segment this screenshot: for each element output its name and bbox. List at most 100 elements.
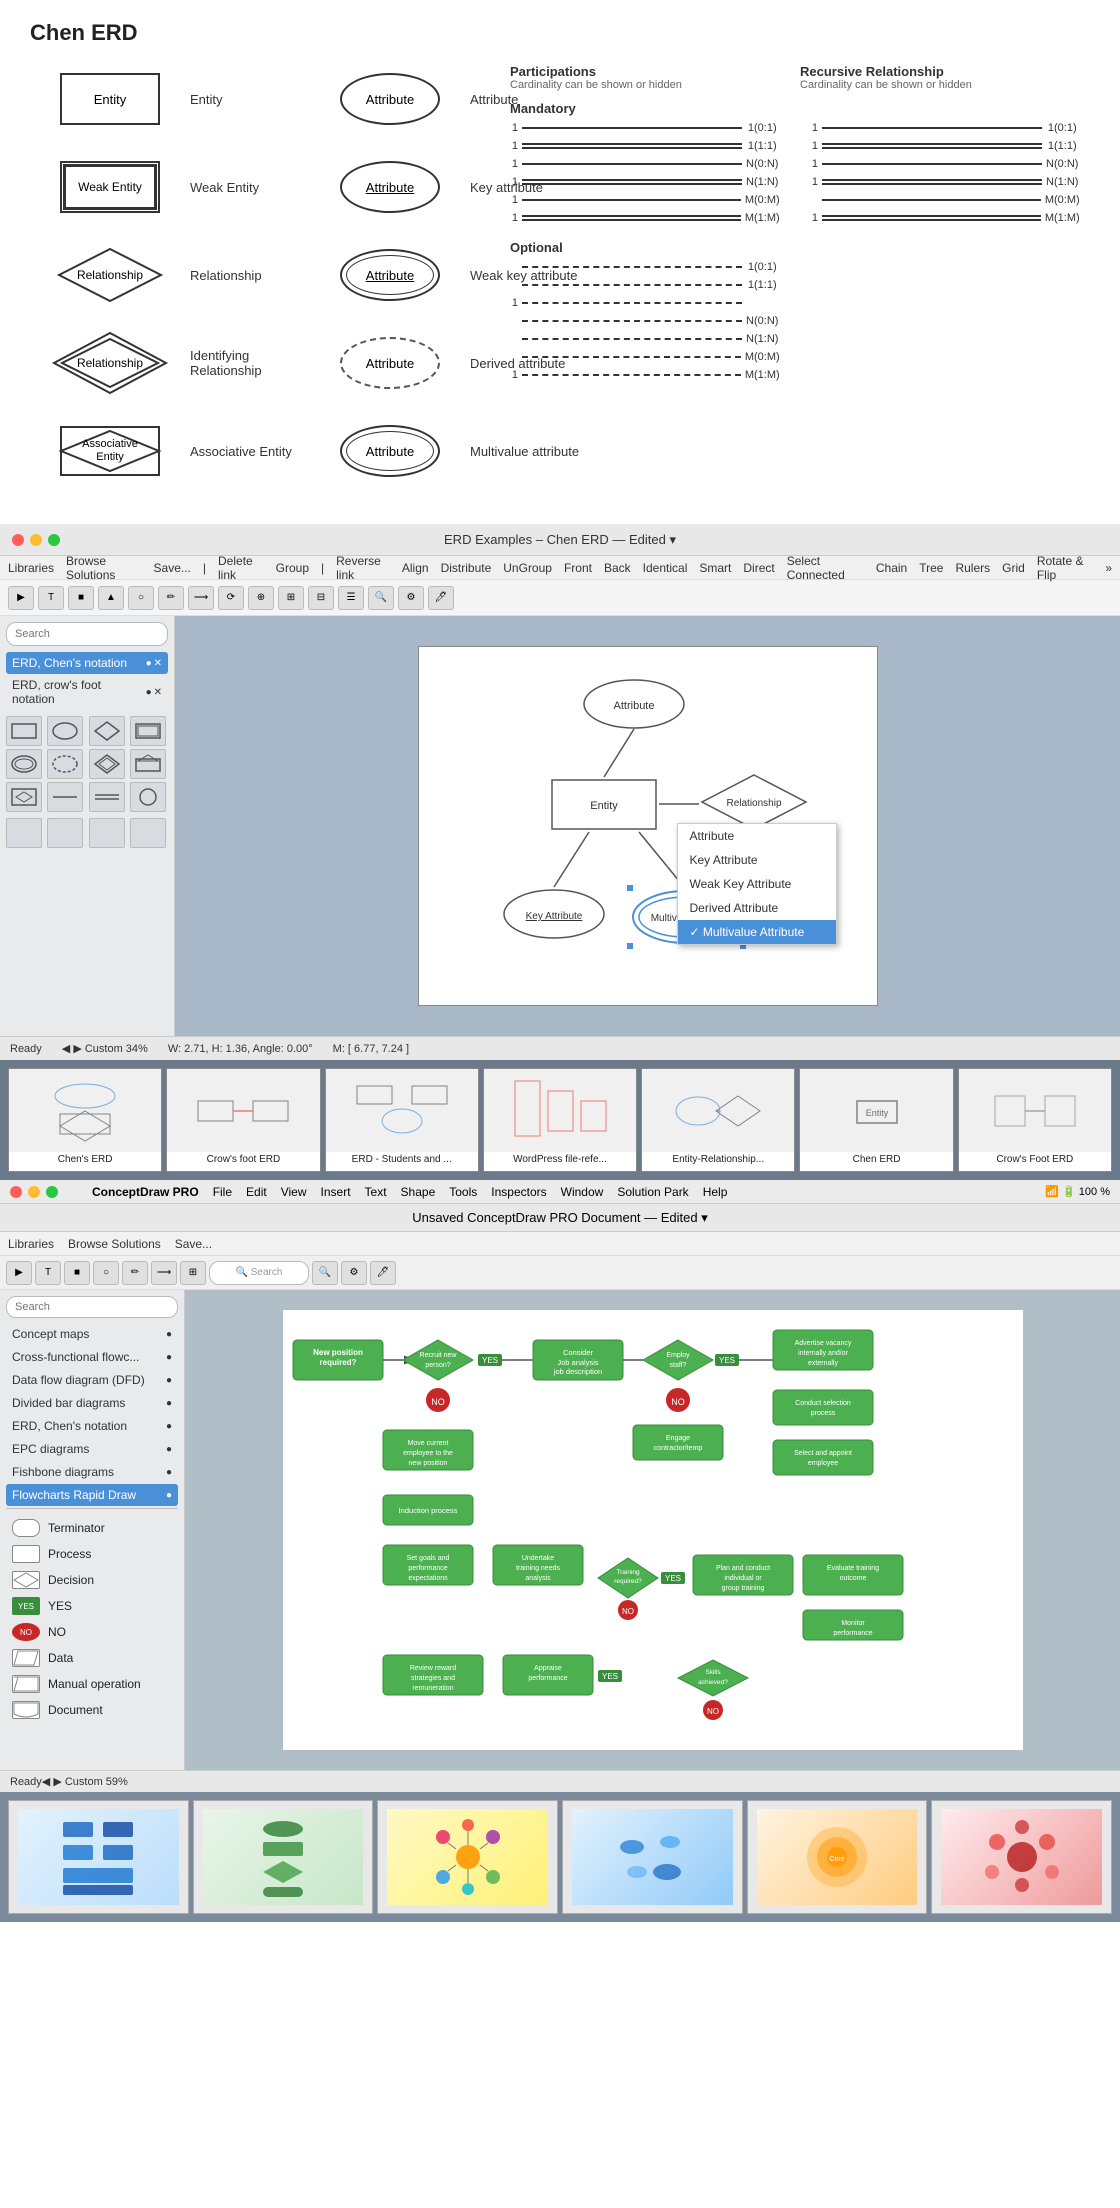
canvas-entity[interactable]: Entity: [549, 777, 659, 832]
context-menu[interactable]: Attribute Key Attribute Weak Key Attribu…: [677, 823, 837, 945]
menu-libraries[interactable]: Libraries: [8, 561, 54, 575]
cd-tool-2[interactable]: T: [35, 1261, 61, 1285]
tool-btn-13[interactable]: 🔍: [368, 586, 394, 610]
menu-select-connected[interactable]: Select Connected: [787, 554, 864, 582]
menu-save[interactable]: Save...: [154, 561, 191, 575]
thumb-chens-erd[interactable]: Chen's ERD: [8, 1068, 162, 1172]
thumb-entity-relationship[interactable]: Entity-Relationship...: [641, 1068, 795, 1172]
sidebar-item-crow-erd[interactable]: ERD, crow's foot notation ● ✕: [6, 674, 168, 710]
close-button[interactable]: [12, 534, 24, 546]
menu-align[interactable]: Align: [402, 561, 429, 575]
tool-btn-10[interactable]: ⊞: [278, 586, 304, 610]
bottom-thumb-3[interactable]: [377, 1800, 558, 1914]
cd-tool-1[interactable]: ▶: [6, 1261, 32, 1285]
tool-btn-9[interactable]: ⊕: [248, 586, 274, 610]
tool-btn-6[interactable]: ✏: [158, 586, 184, 610]
menu-more[interactable]: »: [1105, 561, 1112, 575]
cd-search-input[interactable]: [6, 1296, 178, 1318]
tool-btn-14[interactable]: ⚙: [398, 586, 424, 610]
cd-tool-5[interactable]: ✏: [122, 1261, 148, 1285]
shape-thumb-12[interactable]: [130, 782, 166, 812]
cd-lib-dfd[interactable]: Data flow diagram (DFD) ●: [6, 1369, 178, 1391]
cd-shape-yes[interactable]: YES YES: [6, 1593, 178, 1619]
tool-btn-8[interactable]: ⟳: [218, 586, 244, 610]
cd-menu-browse[interactable]: Browse Solutions: [68, 1237, 161, 1251]
search-input[interactable]: [6, 622, 168, 646]
cd-lib-divided-bar[interactable]: Divided bar diagrams ●: [6, 1392, 178, 1414]
bottom-thumb-6[interactable]: [931, 1800, 1112, 1914]
menu-rulers[interactable]: Rulers: [955, 561, 990, 575]
minimize-button[interactable]: [30, 534, 42, 546]
cd-tool-10[interactable]: 🖊: [370, 1261, 396, 1285]
menu-distribute[interactable]: Distribute: [441, 561, 492, 575]
menu-grid[interactable]: Grid: [1002, 561, 1025, 575]
canvas-attribute[interactable]: Attribute: [579, 677, 689, 732]
cd-lib-flowcharts[interactable]: Flowcharts Rapid Draw ●: [6, 1484, 178, 1506]
ctx-attribute[interactable]: Attribute: [678, 824, 836, 848]
cd-shape-document[interactable]: Document: [6, 1697, 178, 1723]
mac-menu-app[interactable]: ConceptDraw PRO: [92, 1185, 199, 1199]
mac-menu-inspectors[interactable]: Inspectors: [491, 1185, 546, 1199]
mac-menu-view[interactable]: View: [281, 1185, 307, 1199]
bottom-thumb-4[interactable]: [562, 1800, 743, 1914]
cd-shape-no[interactable]: NO NO: [6, 1619, 178, 1645]
shape-thumb-15[interactable]: [89, 818, 125, 848]
shape-thumb-4[interactable]: [130, 716, 166, 746]
cd-tool-6[interactable]: ⟶: [151, 1261, 177, 1285]
thumb-crows-erd[interactable]: Crow's foot ERD: [166, 1068, 320, 1172]
menu-group[interactable]: Group: [276, 561, 309, 575]
ctx-derived-attribute[interactable]: Derived Attribute: [678, 896, 836, 920]
cd-lib-epc[interactable]: EPC diagrams ●: [6, 1438, 178, 1460]
bottom-thumb-5[interactable]: Core: [747, 1800, 928, 1914]
shape-thumb-8[interactable]: [130, 749, 166, 779]
shape-thumb-5[interactable]: [6, 749, 42, 779]
menu-chain[interactable]: Chain: [876, 561, 907, 575]
shape-thumb-10[interactable]: [47, 782, 83, 812]
bottom-thumb-2[interactable]: [193, 1800, 374, 1914]
cd-tool-8[interactable]: 🔍: [312, 1261, 338, 1285]
shape-thumb-11[interactable]: [89, 782, 125, 812]
cd-lib-erd-chen[interactable]: ERD, Chen's notation ●: [6, 1415, 178, 1437]
cd-tool-9[interactable]: ⚙: [341, 1261, 367, 1285]
cd-tool-7[interactable]: ⊞: [180, 1261, 206, 1285]
menu-browse-solutions[interactable]: Browse Solutions: [66, 554, 142, 582]
cd-shape-decision[interactable]: Decision: [6, 1567, 178, 1593]
bottom-thumb-1[interactable]: [8, 1800, 189, 1914]
mac-menu-window[interactable]: Window: [561, 1185, 604, 1199]
menu-reverse-link[interactable]: Reverse link: [336, 554, 390, 582]
tool-btn-15[interactable]: 🖊: [428, 586, 454, 610]
tool-btn-2[interactable]: T: [38, 586, 64, 610]
shape-thumb-1[interactable]: [6, 716, 42, 746]
cd-maximize-button[interactable]: [46, 1186, 58, 1198]
menu-direct[interactable]: Direct: [743, 561, 774, 575]
mac-menu-insert[interactable]: Insert: [321, 1185, 351, 1199]
cd-tool-search[interactable]: 🔍 Search: [209, 1261, 309, 1285]
menu-front[interactable]: Front: [564, 561, 592, 575]
mac-menu-shape[interactable]: Shape: [401, 1185, 436, 1199]
cd-shape-manual[interactable]: Manual operation: [6, 1671, 178, 1697]
menu-ungroup[interactable]: UnGroup: [503, 561, 552, 575]
shape-thumb-9[interactable]: [6, 782, 42, 812]
tool-btn-3[interactable]: ■: [68, 586, 94, 610]
tool-btn-5[interactable]: ○: [128, 586, 154, 610]
tool-btn-1[interactable]: ▶: [8, 586, 34, 610]
thumb-crows-foot-erd-2[interactable]: Crow's Foot ERD: [958, 1068, 1112, 1172]
cd-shape-terminator[interactable]: Terminator: [6, 1515, 178, 1541]
shape-thumb-2[interactable]: [47, 716, 83, 746]
cd-menu-libraries[interactable]: Libraries: [8, 1237, 54, 1251]
mac-menu-file[interactable]: File: [213, 1185, 232, 1199]
menu-back[interactable]: Back: [604, 561, 631, 575]
menu-delete-link[interactable]: Delete link: [218, 554, 264, 582]
menu-identical[interactable]: Identical: [643, 561, 688, 575]
thumb-wordpress-erd[interactable]: WordPress file-refe...: [483, 1068, 637, 1172]
mac-menu-edit[interactable]: Edit: [246, 1185, 267, 1199]
shape-thumb-16[interactable]: [130, 818, 166, 848]
tool-btn-11[interactable]: ⊟: [308, 586, 334, 610]
sidebar-item-chen-erd[interactable]: ERD, Chen's notation ● ✕: [6, 652, 168, 674]
tool-btn-4[interactable]: ▲: [98, 586, 124, 610]
canvas-inner[interactable]: Attribute Entity Relationship Key Attrib…: [418, 646, 878, 1006]
cd-minimize-button[interactable]: [28, 1186, 40, 1198]
cd-canvas-inner[interactable]: New position required? Recruit new perso…: [283, 1310, 1023, 1750]
ctx-multivalue-attribute[interactable]: ✓ Multivalue Attribute: [678, 920, 836, 944]
mac-menu-help[interactable]: Help: [703, 1185, 728, 1199]
